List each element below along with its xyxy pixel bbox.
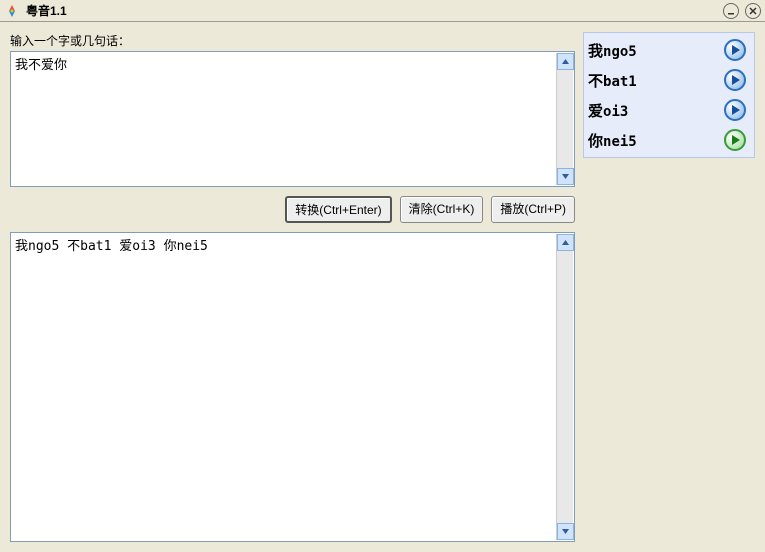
convert-button[interactable]: 转换(Ctrl+Enter) [285,196,391,223]
character-cjk: 爱 [588,100,603,121]
play-icon [731,135,740,145]
play-icon [731,45,740,55]
play-button[interactable]: 播放(Ctrl+P) [491,196,575,223]
character-list-item: 爱oi3 [584,95,754,125]
character-romanization: ngo5 [603,44,637,60]
output-text: 我ngo5 不bat1 爱oi3 你nei5 [15,235,554,539]
output-textarea[interactable]: 我ngo5 不bat1 爱oi3 你nei5 [10,232,575,542]
character-cjk: 不 [588,70,603,91]
play-audio-button[interactable] [724,39,746,61]
character-romanization: oi3 [603,104,628,120]
play-audio-button[interactable] [724,69,746,91]
scroll-down-icon[interactable] [557,523,574,540]
character-list-item: 我ngo5 [584,35,754,65]
character-text: 我ngo5 [588,40,637,61]
play-audio-button[interactable] [724,99,746,121]
minimize-button[interactable] [723,3,739,19]
title-bar: 粤音1.1 [0,0,765,22]
close-button[interactable] [745,3,761,19]
scroll-up-icon[interactable] [557,53,574,70]
character-cjk: 我 [588,40,603,61]
character-list: 我ngo5不bat1爱oi3你nei5 [583,32,755,158]
character-list-item: 你nei5 [584,125,754,155]
input-scrollbar[interactable] [556,53,573,185]
play-icon [731,75,740,85]
play-audio-button[interactable] [724,129,746,151]
button-row: 转换(Ctrl+Enter) 清除(Ctrl+K) 播放(Ctrl+P) [10,195,575,224]
character-text: 不bat1 [588,70,637,91]
character-cjk: 你 [588,130,603,151]
window-body: 输入一个字或几句话： 我不爱你 转换(Ctrl+Enter) 清除(Ctrl+K… [0,22,765,552]
app-icon [4,3,20,19]
scroll-up-icon[interactable] [557,234,574,251]
character-romanization: nei5 [603,134,637,150]
character-romanization: bat1 [603,74,637,90]
scroll-down-icon[interactable] [557,168,574,185]
output-scrollbar[interactable] [556,234,573,540]
play-icon [731,105,740,115]
input-textarea[interactable]: 我不爱你 [10,51,575,187]
character-text: 你nei5 [588,130,637,151]
character-text: 爱oi3 [588,100,628,121]
clear-button[interactable]: 清除(Ctrl+K) [400,196,484,223]
character-list-item: 不bat1 [584,65,754,95]
window-title: 粤音1.1 [26,2,717,19]
input-text: 我不爱你 [15,54,554,184]
input-label: 输入一个字或几句话： [10,32,575,49]
